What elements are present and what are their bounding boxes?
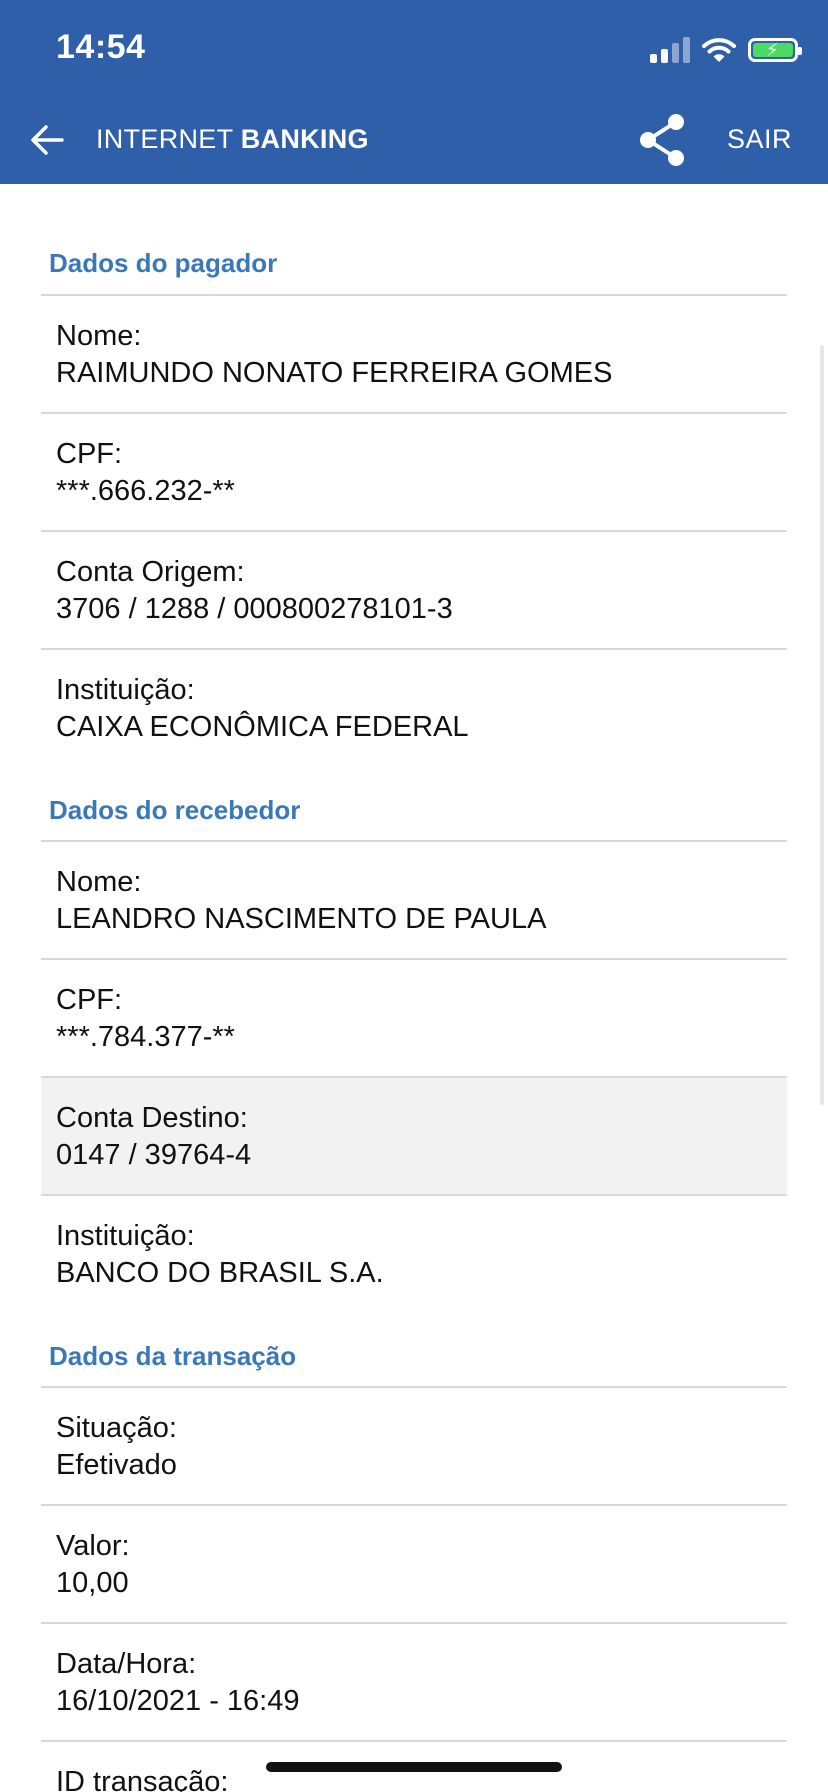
field-label: Situação: <box>56 1412 177 1444</box>
back-arrow-icon[interactable] <box>26 118 70 162</box>
recebedor-conta-row: Conta Destino: 0147 / 39764-4 <box>41 1076 787 1194</box>
field-value: Efetivado <box>56 1449 177 1481</box>
transacao-datahora-row: Data/Hora: 16/10/2021 - 16:49 <box>41 1622 787 1740</box>
field-value: 16/10/2021 - 16:49 <box>56 1685 300 1717</box>
transacao-valor-row: Valor: 10,00 <box>41 1504 787 1622</box>
status-time: 14:54 <box>56 28 146 66</box>
scrollbar[interactable] <box>820 345 824 1105</box>
field-value: 3706 / 1288 / 000800278101-3 <box>56 593 453 625</box>
battery-charging-icon: ⚡ <box>748 38 802 62</box>
field-value: CAIXA ECONÔMICA FEDERAL <box>56 711 469 743</box>
recebedor-cpf-row: CPF: ***.784.377-** <box>41 958 787 1076</box>
nav-bar: INTERNET BANKING SAIR <box>0 104 828 176</box>
recebedor-nome-row: Nome: LEANDRO NASCIMENTO DE PAULA <box>41 840 787 958</box>
cellular-signal-icon <box>650 37 690 63</box>
receipt-screen: 14:54 ⚡ INTERNET BANKING SAIR Dados do p… <box>0 0 828 1792</box>
field-value: 10,00 <box>56 1567 129 1599</box>
pagador-cpf-row: CPF: ***.666.232-** <box>41 412 787 530</box>
field-value: LEANDRO NASCIMENTO DE PAULA <box>56 903 547 935</box>
share-icon[interactable] <box>636 112 688 168</box>
title-banking: BANKING <box>240 124 369 154</box>
field-label: Nome: <box>56 866 142 898</box>
transacao-situacao-row: Situação: Efetivado <box>41 1386 787 1504</box>
pagador-conta-row: Conta Origem: 3706 / 1288 / 000800278101… <box>41 530 787 648</box>
title-internet: INTERNET <box>96 124 233 154</box>
status-icons: ⚡ <box>650 34 802 66</box>
section-title-transacao: Dados da transação <box>49 1341 297 1371</box>
field-label: Valor: <box>56 1530 130 1562</box>
page-title: INTERNET BANKING <box>96 124 369 155</box>
app-header: 14:54 ⚡ INTERNET BANKING SAIR <box>0 0 828 184</box>
field-label: Data/Hora: <box>56 1648 197 1680</box>
home-indicator[interactable] <box>266 1762 562 1772</box>
field-value: BANCO DO BRASIL S.A. <box>56 1257 384 1289</box>
pagador-nome-row: Nome: RAIMUNDO NONATO FERREIRA GOMES <box>41 294 787 412</box>
wifi-icon <box>702 38 736 62</box>
logout-button[interactable]: SAIR <box>727 124 792 155</box>
field-value: ***.666.232-** <box>56 475 235 507</box>
field-value: RAIMUNDO NONATO FERREIRA GOMES <box>56 357 613 389</box>
section-title-recebedor: Dados do recebedor <box>49 795 301 825</box>
field-label: CPF: <box>56 984 123 1016</box>
field-label: Instituição: <box>56 1220 195 1252</box>
recebedor-instituicao-row: Instituição: BANCO DO BRASIL S.A. <box>41 1194 787 1312</box>
section-title-pagador: Dados do pagador <box>49 248 278 278</box>
field-label: CPF: <box>56 438 123 470</box>
pagador-instituicao-row: Instituição: CAIXA ECONÔMICA FEDERAL <box>41 648 787 766</box>
field-value: ***.784.377-** <box>56 1021 235 1053</box>
field-label: Conta Destino: <box>56 1102 248 1134</box>
field-label: Nome: <box>56 320 142 352</box>
field-label: Conta Origem: <box>56 556 245 588</box>
field-label: Instituição: <box>56 674 195 706</box>
field-value: 0147 / 39764-4 <box>56 1139 252 1171</box>
field-label: ID transação: <box>56 1766 229 1792</box>
